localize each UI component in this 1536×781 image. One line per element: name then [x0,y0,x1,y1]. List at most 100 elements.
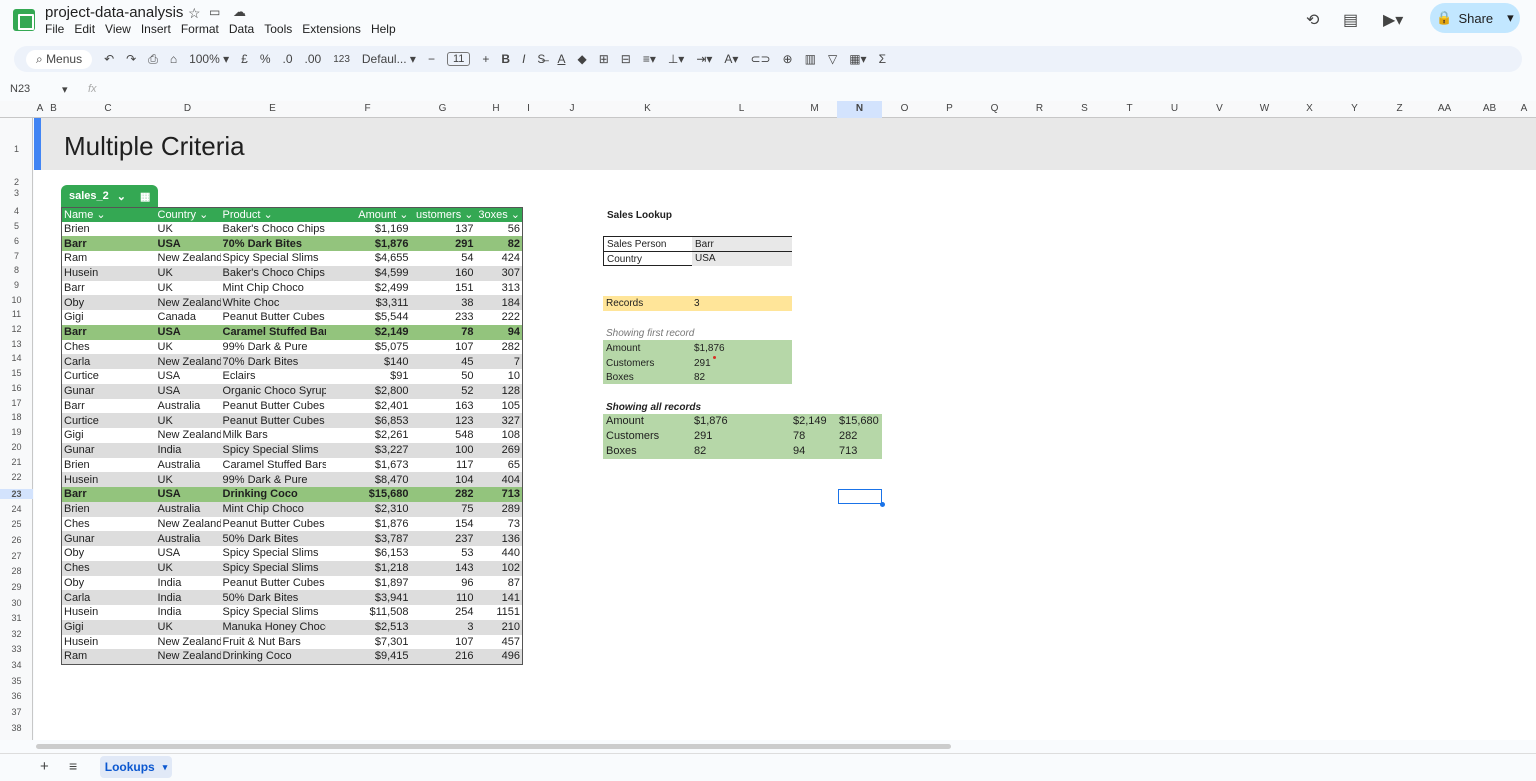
row-header[interactable]: 26 [0,535,33,545]
table-cell[interactable]: 107 [411,635,476,650]
chart-icon[interactable]: ▥ [805,52,816,66]
table-cell[interactable]: 82 [475,236,523,251]
increase-font-icon[interactable]: + [482,52,489,66]
table-cell[interactable]: Curtice [61,413,156,428]
table-cell[interactable]: $9,415 [325,649,411,664]
table-cell[interactable]: 78 [410,324,476,340]
table-cell[interactable]: Gunar [61,442,156,458]
row-header[interactable]: 35 [0,676,33,686]
table-cell[interactable]: $91 [326,369,411,384]
table-cell[interactable]: New Zealand [155,295,221,310]
table-cell[interactable]: Oby [62,576,156,591]
column-header[interactable]: F [325,103,410,114]
column-header[interactable]: A [34,103,46,114]
table-cell[interactable]: 50 [411,369,476,384]
table-cell[interactable]: 107 [411,340,476,355]
row-header[interactable]: 27 [0,551,33,561]
table-cell[interactable]: Husein [62,605,156,620]
table-cell[interactable]: 440 [476,546,523,561]
table-cell[interactable]: 104 [410,472,476,487]
borders-icon[interactable]: ⊞ [599,52,609,66]
column-header[interactable]: P [927,103,972,114]
table-cell[interactable]: USA [155,487,221,502]
column-header[interactable]: H [475,103,517,114]
row-header[interactable]: 2 [0,177,33,187]
table-cell[interactable]: 50% Dark Bites [220,531,326,546]
table-cell[interactable]: Spicy Special Slims [221,546,326,561]
table-cell[interactable]: $2,310 [325,501,411,517]
wrap-icon[interactable]: ⇥▾ [696,52,712,66]
table-cell[interactable]: UK [156,281,221,296]
column-header[interactable]: AA [1422,103,1467,114]
menu-help[interactable]: Help [371,22,402,36]
table-cell[interactable]: 151 [411,281,476,296]
table-cell[interactable]: 7 [475,354,523,369]
table-cell[interactable]: $3,787 [325,531,411,546]
column-header[interactable]: J [540,103,604,114]
table-cell[interactable]: $15,680 [325,487,411,502]
chevron-down-icon[interactable]: ▾ [163,762,168,773]
table-cell[interactable]: Spicy Special Slims [220,442,326,458]
column-header-1[interactable]: Country ⌄ [155,207,221,222]
column-header[interactable]: M [792,103,837,114]
column-header[interactable]: U [1152,103,1197,114]
link-icon[interactable]: ⊂⊃ [750,52,770,66]
table-cell[interactable]: Husein [61,265,156,281]
row-header[interactable]: 22 [0,472,33,482]
table-cell[interactable]: 269 [475,442,523,458]
row-header[interactable]: 3 [0,188,33,198]
redo-icon[interactable]: ↷ [126,52,136,66]
column-header[interactable]: C [61,103,155,114]
fill-handle[interactable] [880,502,885,507]
table-cell[interactable]: Gunar [61,531,156,546]
table-cell[interactable]: Gigi [62,428,156,443]
table-cell[interactable]: Carla [61,354,156,369]
table-cell[interactable]: UK [156,222,221,237]
row-header[interactable]: 33 [0,644,33,654]
table-cell[interactable]: 313 [476,281,523,296]
table-cell[interactable]: $5,075 [326,340,411,355]
more-formats-button[interactable]: 123 [333,54,350,65]
table-cell[interactable]: 291 [410,236,476,251]
filter-icon[interactable]: ▽ [828,52,837,66]
table-cell[interactable]: Mint Chip Choco [221,281,326,296]
table-cell[interactable]: 137 [411,222,476,237]
table-name-chip[interactable]: sales_2 ⌄ ▦ [61,185,158,207]
table-cell[interactable]: 110 [410,590,476,605]
align-icon[interactable]: ≡▾ [643,52,656,66]
menu-format[interactable]: Format [181,22,225,36]
table-cell[interactable]: Australia [155,531,221,546]
table-cell[interactable]: Peanut Butter Cubes [221,310,326,325]
filter-dropdown-icon[interactable]: ⌄ [196,209,208,221]
column-header[interactable]: E [220,103,325,114]
tab-lookups[interactable]: Lookups ▾ [100,756,172,778]
row-header[interactable]: 25 [0,519,33,529]
row-header[interactable]: 6 [0,236,33,246]
table-cell[interactable]: Ches [62,340,156,355]
decrease-decimal-button[interactable]: .0 [283,52,293,66]
table-cell[interactable]: $2,800 [325,383,411,399]
table-cell[interactable]: Spicy Special Slims [221,605,326,620]
table-cell[interactable]: $1,673 [326,458,411,473]
table-cell[interactable]: 108 [476,428,523,443]
table-cell[interactable]: $7,301 [326,635,411,650]
table-cell[interactable]: Oby [61,295,156,310]
table-cell[interactable]: India [155,590,221,605]
row-header[interactable]: 1 [0,144,33,154]
row-header[interactable]: 17 [0,398,33,408]
table-cell[interactable]: India [156,576,221,591]
table-cell[interactable]: Oby [62,546,156,561]
table-cell[interactable]: $3,227 [325,442,411,458]
table-cell[interactable]: 282 [410,487,476,502]
table-cell[interactable]: Barr [61,324,156,340]
table-cell[interactable]: Australia [156,458,221,473]
table-cell[interactable]: Gigi [61,619,156,635]
table-cell[interactable]: 123 [410,413,476,428]
menu-insert[interactable]: Insert [141,22,177,36]
column-header-5[interactable]: 3oxes ⌄ [475,207,523,222]
table-cell[interactable]: $4,655 [326,251,411,266]
table-cell[interactable]: 100 [410,442,476,458]
italic-button[interactable]: I [522,52,525,66]
version-history-icon[interactable]: ⟲ [1306,10,1319,30]
column-header[interactable]: N [837,101,882,118]
